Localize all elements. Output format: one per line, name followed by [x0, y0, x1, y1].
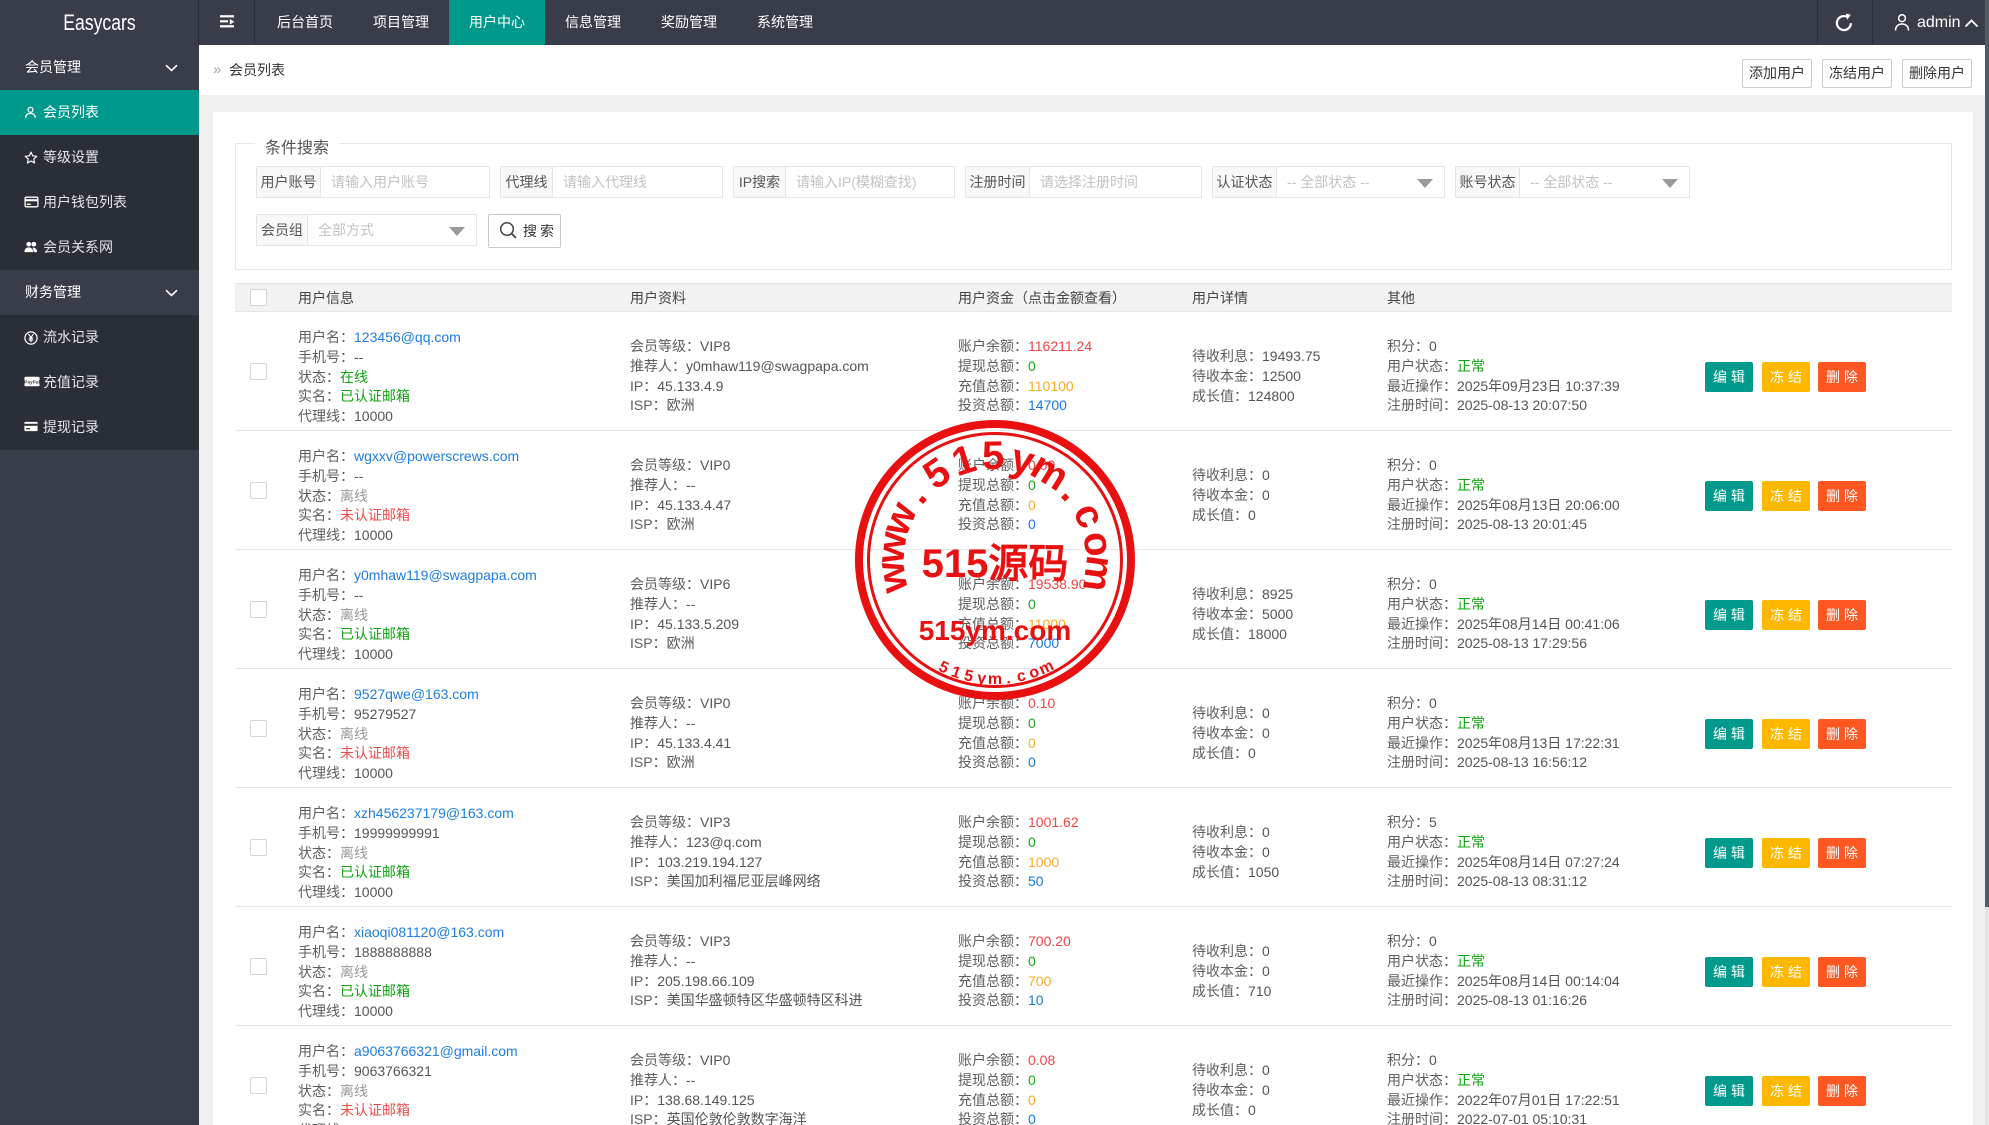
- svg-text:PayPal: PayPal: [24, 380, 40, 386]
